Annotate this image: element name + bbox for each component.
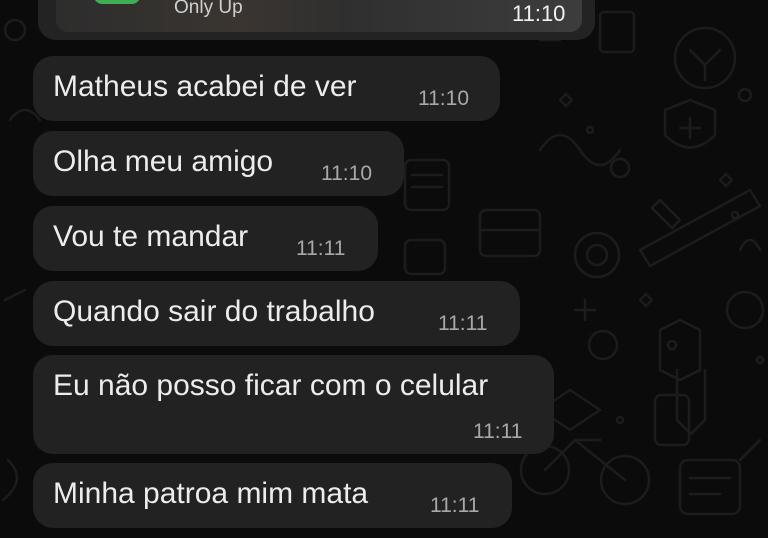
message-time: 11:11 [438,312,488,335]
message-bubble[interactable]: Minha patroa mim mata 11:11 [33,463,512,528]
message-time: 11:10 [321,162,372,185]
message-text: Quando sair do trabalho [53,295,375,328]
message-text: Eu não posso ficar com o celular [53,369,489,402]
message-bubble[interactable]: Olha meu amigo 11:10 [33,131,404,196]
message-text: Matheus acabei de ver [53,70,357,103]
media-caption: Only Up [174,0,243,18]
message-time: 11:10 [418,87,469,110]
message-bubble[interactable]: Vou te mandar 11:11 [33,206,378,271]
media-message-bubble[interactable]: Only Up 11:10 [38,0,595,40]
message-bubble[interactable]: Matheus acabei de ver 11:10 [33,56,500,121]
chat-thread: Only Up 11:10 Matheus acabei de ver 11:1… [0,0,768,538]
message-time: 11:11 [296,237,346,260]
message-bubble[interactable]: Eu não posso ficar com o celular 11:11 [33,355,554,454]
message-time: 11:11 [473,420,523,443]
message-text: Olha meu amigo [53,145,274,178]
media-thumbnail[interactable] [56,0,582,32]
message-bubble[interactable]: Quando sair do trabalho 11:11 [33,281,520,346]
message-text: Vou te mandar [53,220,249,253]
message-time: 11:11 [430,494,480,517]
app-icon [94,0,140,4]
message-time: 11:10 [512,1,566,26]
message-text: Minha patroa mim mata [53,477,369,510]
